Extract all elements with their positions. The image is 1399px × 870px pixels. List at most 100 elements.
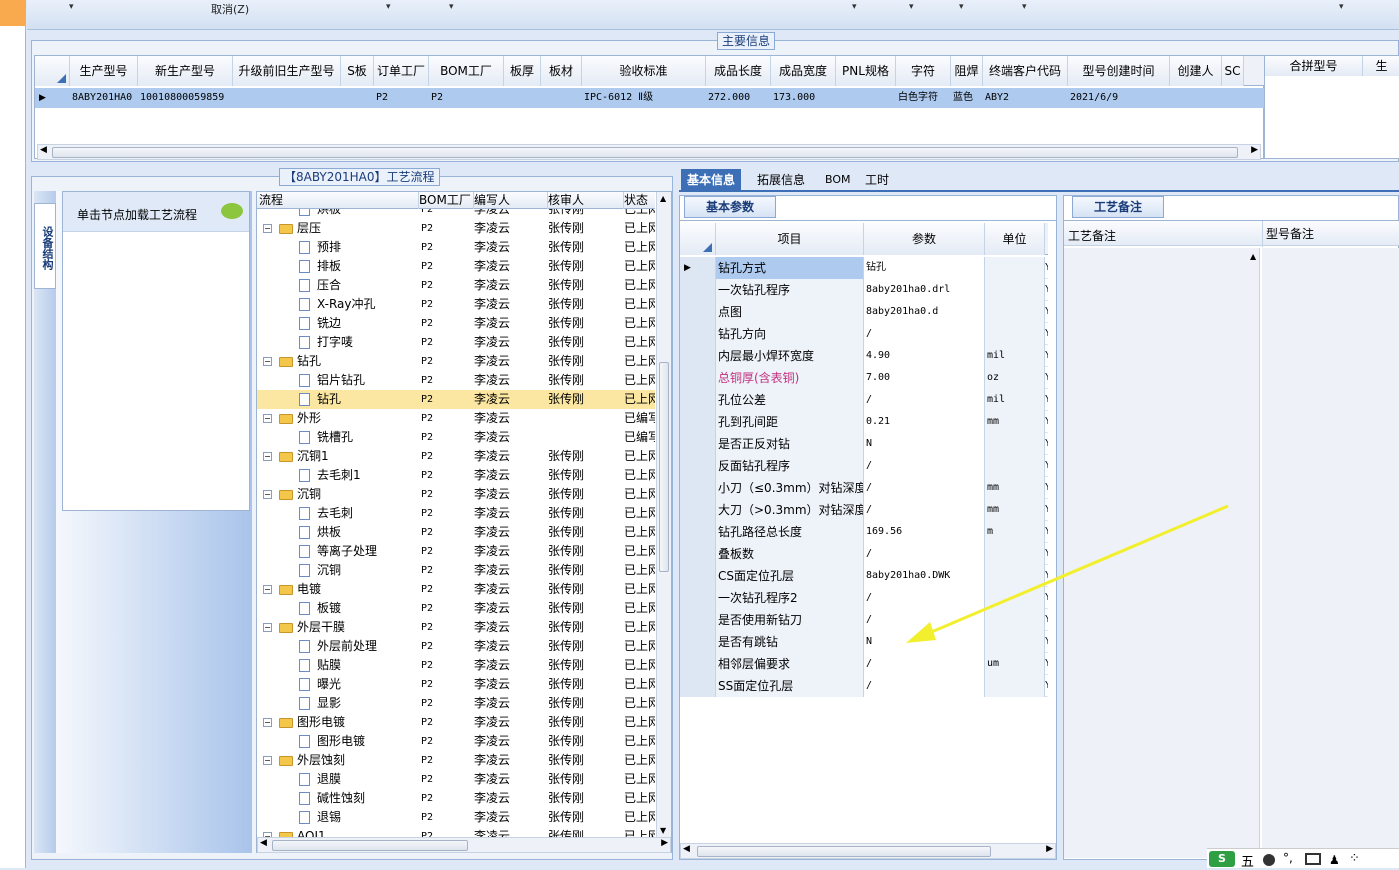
param-row[interactable]: 点图8aby201ha0.d Y [680, 301, 1048, 323]
collapse-icon[interactable]: − [263, 623, 272, 632]
tab-item[interactable]: 工时 [859, 169, 895, 191]
scroll-left-icon[interactable]: ◀ [683, 844, 690, 854]
nav-selected-item[interactable] [0, 0, 26, 26]
param-row[interactable]: SS面定位孔层/ Y [680, 675, 1048, 697]
table-cell[interactable] [341, 88, 374, 108]
column-header[interactable]: 状态 [624, 192, 657, 209]
model-notes-textarea[interactable] [1262, 248, 1399, 858]
tree-row[interactable]: − 沉铜1 P2 李凌云 张传刚 已上网 [257, 447, 655, 466]
scroll-right-icon[interactable]: ▶ [1251, 145, 1258, 155]
column-header[interactable]: BOM工厂 [419, 192, 474, 209]
scroll-left-icon[interactable]: ◀ [40, 145, 47, 155]
table-cell[interactable]: P2 [429, 88, 504, 108]
tree-row[interactable]: 铣槽孔 P2 李凌云 已编写 [257, 428, 655, 447]
tree-row[interactable]: 沉铜 P2 李凌云 张传刚 已上网 [257, 561, 655, 580]
column-header[interactable]: 创建人 [1170, 56, 1222, 86]
collapse-icon[interactable]: − [263, 357, 272, 366]
param-value[interactable]: 8aby201ha0.drl [864, 279, 985, 301]
column-header[interactable]: 终端客户代码 [983, 56, 1068, 86]
tree-row[interactable]: 压合 P2 李凌云 张传刚 已上网 [257, 276, 655, 295]
param-row[interactable]: 内层最小焊环宽度4.90milY [680, 345, 1048, 367]
tree-row[interactable]: 铣边 P2 李凌云 张传刚 已上网 [257, 314, 655, 333]
tree-row[interactable]: 铝片钻孔 P2 李凌云 张传刚 已上网 [257, 371, 655, 390]
tree-row[interactable]: − 沉铜 P2 李凌云 张传刚 已上网 [257, 485, 655, 504]
tree-row[interactable]: − 外层蚀刻 P2 李凌云 张传刚 已上网 [257, 751, 655, 770]
dropdown-arrow-icon[interactable]: ▾ [1022, 2, 1027, 12]
moon-icon[interactable] [1263, 854, 1275, 866]
dropdown-arrow-icon[interactable]: ▾ [852, 2, 857, 12]
table-row[interactable]: ▶ 8ABY201HA0 10010800059859 P2 P2 IPC-6012 Ⅱ级… [35, 88, 1265, 108]
table-cell[interactable]: 272.000 [706, 88, 771, 108]
param-row[interactable]: 孔位公差/milY [680, 389, 1048, 411]
tree-row[interactable]: − 外形 P2 李凌云 已编写 [257, 409, 655, 428]
dropdown-arrow-icon[interactable]: ▾ [909, 2, 914, 12]
param-value[interactable]: N [864, 433, 985, 455]
horizontal-scrollbar[interactable]: ◀ ▶ [37, 144, 1261, 160]
grid-icon[interactable]: ⁘ [1349, 851, 1360, 866]
tree-row[interactable]: 去毛刺1 P2 李凌云 张传刚 已上网 [257, 466, 655, 485]
table-cell[interactable] [504, 88, 541, 108]
tree-row[interactable]: 等离子处理 P2 李凌云 张传刚 已上网 [257, 542, 655, 561]
tab-equipment-structure[interactable]: 设备结构 [34, 203, 56, 289]
table-cell[interactable]: 8ABY201HA0 [70, 88, 138, 108]
tree-row[interactable]: 显影 P2 李凌云 张传刚 已上网 [257, 694, 655, 713]
table-cell[interactable]: P2 [374, 88, 429, 108]
user-icon[interactable]: ♟ [1329, 853, 1340, 867]
column-header[interactable]: 升级前旧生产型号 [233, 56, 341, 86]
equipment-tree[interactable]: 单击节点加载工艺流程 [62, 191, 250, 511]
horizontal-scrollbar[interactable]: ◀ ▶ [680, 843, 1056, 859]
dropdown-arrow-icon[interactable]: ▾ [959, 2, 964, 12]
column-header[interactable]: 阻焊 [951, 56, 983, 86]
scroll-left-icon[interactable]: ◀ [260, 838, 267, 848]
ime-logo-icon[interactable]: S [1209, 851, 1235, 867]
ime-mode-label[interactable]: 五 [1241, 851, 1254, 870]
tree-row[interactable]: − 电镀 P2 李凌云 张传刚 已上网 [257, 580, 655, 599]
tree-row[interactable]: 预排 P2 李凌云 张传刚 已上网 [257, 238, 655, 257]
column-header[interactable]: 流程 [259, 192, 419, 209]
tree-row[interactable]: 钻孔 P2 李凌云 张传刚 已上网 [257, 390, 655, 409]
tab-item[interactable]: 拓展信息 [751, 169, 811, 191]
tree-row[interactable]: 图形电镀 P2 李凌云 张传刚 已上网 [257, 732, 655, 751]
param-value[interactable]: 0.21 [864, 411, 985, 433]
tree-row[interactable]: 打字唛 P2 李凌云 张传刚 已上网 [257, 333, 655, 352]
param-row[interactable]: ▶钻孔方式钻孔 Y [680, 257, 1048, 279]
tree-row[interactable]: 退膜 P2 李凌云 张传刚 已上网 [257, 770, 655, 789]
column-header[interactable]: 编写人 [474, 192, 548, 209]
column-header[interactable]: 板厚 [504, 56, 541, 86]
scroll-thumb[interactable] [52, 147, 1238, 158]
table-cell[interactable] [541, 88, 582, 108]
param-row[interactable]: 相邻层偏要求/umY [680, 653, 1048, 675]
column-header[interactable]: 单位 [985, 223, 1045, 255]
scroll-up-icon[interactable]: ▲ [660, 194, 666, 203]
column-header[interactable]: 新生产型号 [138, 56, 233, 86]
table-cell[interactable] [1222, 88, 1244, 108]
vertical-scrollbar[interactable]: ▲ ▼ [656, 192, 671, 837]
tree-row[interactable]: − 钻孔 P2 李凌云 张传刚 已上网 [257, 352, 655, 371]
punctuation-icon[interactable]: °, [1283, 851, 1293, 865]
tree-row[interactable]: 退锡 P2 李凌云 张传刚 已上网 [257, 808, 655, 827]
scroll-right-icon[interactable]: ▶ [1046, 844, 1053, 854]
column-header[interactable]: BOM工厂 [429, 56, 504, 86]
tree-row[interactable]: 碱性蚀刻 P2 李凌云 张传刚 已上网 [257, 789, 655, 808]
column-header[interactable]: 项目 [716, 223, 864, 255]
column-header[interactable]: SC [1222, 56, 1244, 86]
column-header[interactable]: 型号创建时间 [1068, 56, 1170, 86]
table-cell[interactable] [233, 88, 341, 108]
param-value[interactable]: / [864, 455, 985, 477]
column-header[interactable]: 成品长度 [706, 56, 771, 86]
table-cell[interactable] [836, 88, 896, 108]
param-value[interactable]: 4.90 [864, 345, 985, 367]
param-value[interactable]: 8aby201ha0.d [864, 301, 985, 323]
column-header[interactable]: 生产型号 [70, 56, 138, 86]
tree-row[interactable]: 排板 P2 李凌云 张传刚 已上网 [257, 257, 655, 276]
collapse-icon[interactable]: − [263, 756, 272, 765]
param-row[interactable]: 钻孔方向/ Y [680, 323, 1048, 345]
collapse-icon[interactable]: − [263, 224, 272, 233]
table-cell[interactable]: 2021/6/9 [1068, 88, 1170, 108]
column-header[interactable]: 订单工厂 [374, 56, 429, 86]
tree-row[interactable]: − 层压 P2 李凌云 张传刚 已上网 [257, 219, 655, 238]
table-cell[interactable]: 蓝色 [951, 88, 983, 108]
tree-row[interactable]: 烘板 P2 李凌云 张传刚 已上网 [257, 523, 655, 542]
column-header[interactable]: 板材 [541, 56, 582, 86]
tree-row[interactable]: 曝光 P2 李凌云 张传刚 已上网 [257, 675, 655, 694]
